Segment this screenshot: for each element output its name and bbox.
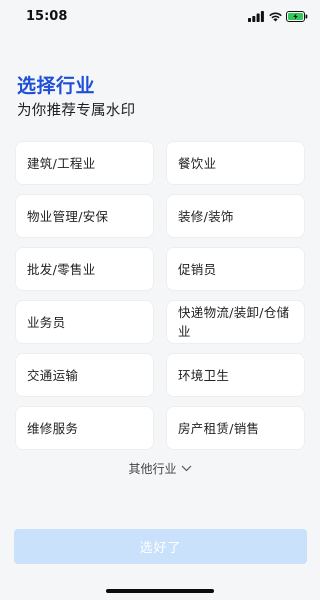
industry-option-label: 交通运输 [27, 367, 79, 383]
industry-option-label: 房产租赁/销售 [178, 420, 260, 436]
industry-option[interactable]: 环境卫生 [167, 354, 304, 396]
industry-option[interactable]: 维修服务 [16, 407, 153, 449]
industry-option[interactable]: 房产租赁/销售 [167, 407, 304, 449]
industry-option[interactable]: 交通运输 [16, 354, 153, 396]
status-time: 15:08 [26, 9, 68, 24]
battery-charging-icon [286, 11, 308, 22]
industry-option-label: 餐饮业 [178, 155, 217, 171]
home-indicator [106, 589, 214, 593]
industry-option-label: 批发/零售业 [27, 261, 96, 277]
industry-option[interactable]: 批发/零售业 [16, 248, 153, 290]
industry-option[interactable]: 物业管理/安保 [16, 195, 153, 237]
signal-bars-icon [248, 11, 264, 22]
industry-option[interactable]: 促销员 [167, 248, 304, 290]
industry-option-label: 快递物流/装卸/仓储业 [178, 305, 290, 339]
status-bar: 15:08 [0, 0, 320, 34]
page-subtitle: 为你推荐专属水印 [17, 103, 136, 119]
industry-option[interactable]: 快递物流/装卸/仓储业 [167, 301, 304, 343]
industry-option-label: 维修服务 [27, 420, 79, 436]
wifi-icon [269, 12, 282, 22]
industry-option[interactable]: 业务员 [16, 301, 153, 343]
industry-option[interactable]: 装修/装饰 [167, 195, 304, 237]
more-industries-label: 其他行业 [128, 462, 177, 476]
industry-option-label: 物业管理/安保 [27, 208, 109, 224]
industry-option-label: 装修/装饰 [178, 208, 234, 224]
industry-option[interactable]: 餐饮业 [167, 142, 304, 184]
industry-option-label: 促销员 [178, 261, 217, 277]
industry-option[interactable]: 建筑/工程业 [16, 142, 153, 184]
page-title: 选择行业 [17, 75, 96, 97]
confirm-button[interactable]: 选好了 [14, 529, 307, 564]
industry-option-label: 业务员 [27, 314, 66, 330]
industry-option-label: 环境卫生 [178, 367, 230, 383]
more-industries-toggle[interactable]: 其他行业 [0, 460, 320, 477]
chevron-down-icon [181, 465, 191, 472]
industry-option-label: 建筑/工程业 [27, 155, 96, 171]
